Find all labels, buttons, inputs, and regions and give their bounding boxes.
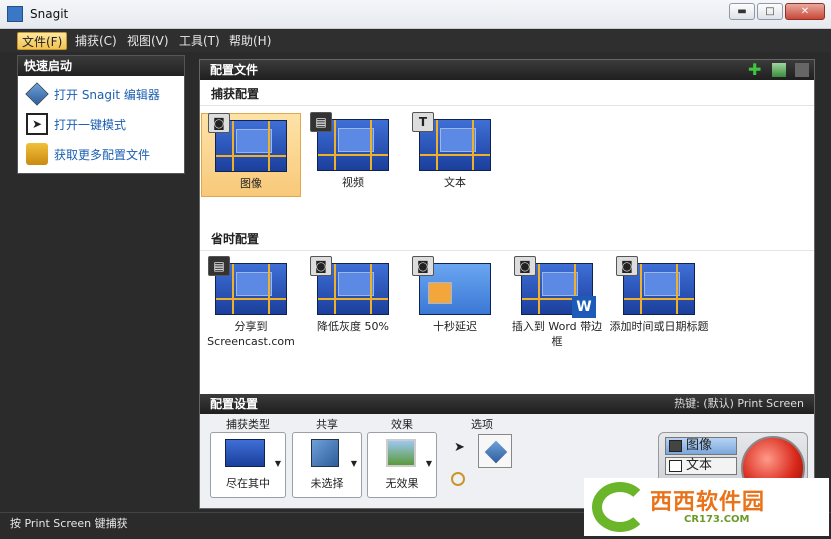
- mode-image-button[interactable]: 图像: [665, 437, 737, 455]
- effects-dropdown[interactable]: ▼ 无效果: [367, 432, 437, 498]
- editor-icon: [25, 82, 49, 106]
- menu-bar: 文件(F) 捕获(C) 视图(V) 工具(T) 帮助(H): [0, 30, 831, 52]
- snagit-app-icon: [7, 6, 23, 22]
- mode-text-button[interactable]: 文本: [665, 457, 737, 475]
- profile-grayscale[interactable]: ◙ 降低灰度 50%: [303, 256, 403, 334]
- delay-profile-thumb: ◙: [412, 256, 491, 315]
- menu-help[interactable]: 帮助(H): [225, 32, 275, 50]
- maximize-button[interactable]: □: [757, 3, 783, 20]
- quick-launch-header: 快速启动: [18, 56, 184, 76]
- all-in-one-icon: [225, 439, 265, 467]
- capture-type-dropdown[interactable]: ▼ 尽在其中: [210, 432, 286, 498]
- text-t-icon: [669, 460, 682, 472]
- add-profile-wizard-icon[interactable]: [772, 63, 786, 77]
- add-profile-icon[interactable]: ✚: [748, 62, 762, 78]
- save-profile-icon[interactable]: [795, 63, 809, 77]
- profiles-panel: 配置文件 ✚ 捕获配置 ◙ 图像 ▤ 视频 T 文本 省时配置 ▤ 分享到 Sc…: [199, 59, 815, 509]
- settings-header: 配置设置 热键: (默认) Print Screen: [200, 394, 814, 414]
- camera-icon: ◙: [412, 256, 434, 276]
- capture-profiles-label: 捕获配置: [211, 87, 260, 101]
- watermark: 西西软件园 CR173.COM: [584, 478, 829, 536]
- menu-tools[interactable]: 工具(T): [175, 32, 224, 50]
- minimize-button[interactable]: ▬: [729, 3, 755, 20]
- screencast-profile-thumb: ▤: [208, 256, 287, 315]
- profile-timestamp[interactable]: ◙ 添加时间或日期标题: [609, 256, 709, 334]
- profile-text[interactable]: T 文本: [405, 112, 505, 197]
- cursor-icon: ➤: [26, 113, 48, 135]
- camera-icon: ◙: [514, 256, 536, 276]
- camera-icon: ◙: [616, 256, 638, 276]
- film-icon: ▤: [310, 112, 332, 132]
- image-profile-thumb: ◙: [208, 113, 287, 172]
- share-icon: [311, 439, 339, 467]
- close-button[interactable]: ✕: [785, 3, 825, 20]
- chevron-down-icon: ▼: [274, 459, 281, 468]
- profile-word[interactable]: ◙ W 插入到 Word 带边框: [507, 256, 607, 349]
- menu-capture[interactable]: 捕获(C): [71, 32, 121, 50]
- options-label: 选项: [471, 418, 493, 431]
- chevron-down-icon: ▼: [350, 459, 357, 468]
- menu-file[interactable]: 文件(F): [17, 32, 68, 50]
- editor-icon: [484, 440, 508, 464]
- timer-icon[interactable]: [451, 472, 465, 486]
- download-profiles-icon: [26, 143, 48, 165]
- share-label: 共享: [316, 418, 338, 431]
- menu-view[interactable]: 视图(V): [123, 32, 173, 50]
- word-profile-thumb: ◙ W: [514, 256, 596, 318]
- text-t-icon: T: [412, 112, 434, 132]
- cursor-capture-icon[interactable]: ➤: [454, 440, 465, 455]
- one-click-link[interactable]: ➤ 打开一键模式: [26, 112, 126, 136]
- camera-icon: [669, 440, 682, 452]
- get-more-profiles-link[interactable]: 获取更多配置文件: [26, 142, 150, 166]
- effects-label: 效果: [391, 418, 413, 431]
- text-profile-thumb: T: [412, 112, 491, 171]
- preview-in-editor-button[interactable]: [478, 434, 512, 468]
- profile-screencast[interactable]: ▤ 分享到 Screencast.com: [201, 256, 301, 349]
- timestamp-profile-thumb: ◙: [616, 256, 695, 315]
- profile-video[interactable]: ▤ 视频: [303, 112, 403, 197]
- share-dropdown[interactable]: ▼ 未选择: [292, 432, 362, 498]
- timesaver-profiles-label: 省时配置: [211, 232, 260, 246]
- word-icon: W: [572, 296, 596, 318]
- hotkey-label: 热键: (默认) Print Screen: [674, 397, 804, 410]
- watermark-logo-icon: [592, 482, 648, 532]
- chevron-down-icon: ▼: [425, 459, 432, 468]
- profile-image[interactable]: ◙ 图像: [201, 113, 301, 197]
- title-bar: Snagit ▬ □ ✕: [0, 0, 831, 29]
- quick-launch-panel: 快速启动 打开 Snagit 编辑器 ➤ 打开一键模式 获取更多配置文件: [17, 55, 185, 174]
- capture-type-label: 捕获类型: [226, 418, 270, 431]
- video-profile-thumb: ▤: [310, 112, 389, 171]
- profile-delay[interactable]: ◙ 十秒延迟: [405, 256, 505, 334]
- window-title: Snagit: [30, 7, 69, 21]
- camera-icon: ◙: [310, 256, 332, 276]
- camera-icon: ◙: [208, 113, 230, 133]
- film-icon: ▤: [208, 256, 230, 276]
- landscape-icon: [386, 439, 416, 467]
- profiles-header: 配置文件 ✚: [200, 60, 814, 80]
- grayscale-profile-thumb: ◙: [310, 256, 389, 315]
- open-editor-link[interactable]: 打开 Snagit 编辑器: [25, 82, 160, 106]
